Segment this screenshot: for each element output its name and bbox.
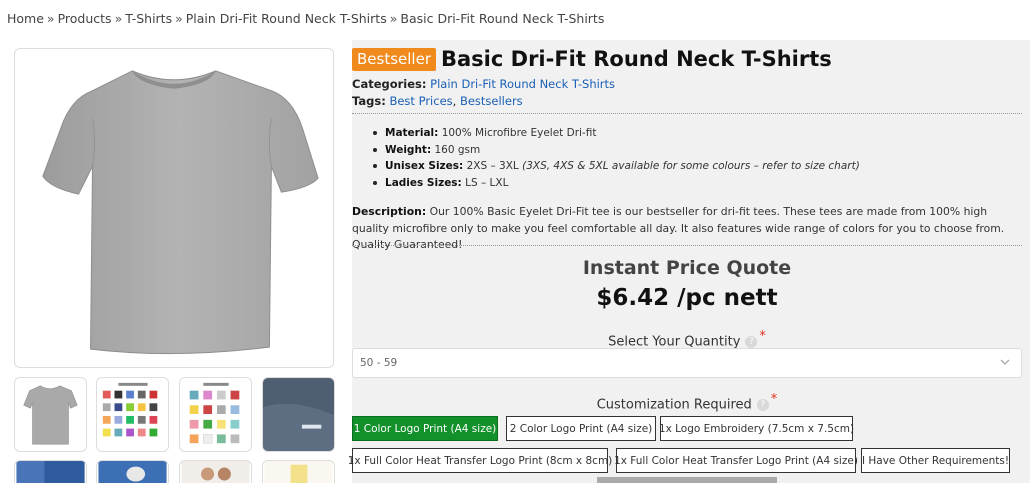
bestseller-badge: Bestseller (352, 47, 436, 71)
spec-label: Unisex Sizes: (385, 160, 464, 172)
thumbnail-photo-6[interactable] (96, 460, 169, 483)
spec-value: 160 gsm (434, 143, 481, 156)
photo-icon (181, 461, 250, 483)
required-mark: * (759, 329, 766, 344)
main-product-image[interactable] (14, 48, 334, 368)
product-details-panel: Bestseller Basic Dri-Fit Round Neck T-Sh… (348, 40, 1030, 483)
thumbnail-photo-5[interactable] (14, 460, 87, 483)
photo-icon (264, 461, 333, 483)
breadcrumb-category-link[interactable]: Plain Dri-Fit Round Neck T-Shirts (186, 11, 387, 26)
thumbnail-fabric-closeup[interactable] (262, 377, 335, 452)
breadcrumb-home-link[interactable]: Home (7, 11, 44, 26)
categories-label: Categories: (352, 77, 427, 91)
divider (352, 245, 1022, 246)
spec-item-weight: Weight: 160 gsm (373, 142, 860, 159)
spec-label: Weight: (385, 143, 432, 156)
thumbnail-grey-shirt[interactable] (14, 377, 87, 452)
spec-value: LS – LXL (465, 176, 509, 189)
tshirt-image (42, 70, 319, 355)
spec-value: 2XS – 3XL (466, 160, 519, 172)
tshirt-icon (23, 385, 78, 445)
breadcrumb-separator: » (46, 11, 55, 26)
chevron-down-icon (1000, 359, 1010, 365)
photo-icon (98, 461, 167, 483)
category-link[interactable]: Plain Dri-Fit Round Neck T-Shirts (430, 77, 615, 91)
product-description: Description: Our 100% Basic Eyelet Dri-F… (352, 204, 1022, 254)
tags-label: Tags: (352, 94, 386, 108)
photo-icon (16, 461, 85, 483)
breadcrumb: Home» Products» T-Shirts» Plain Dri-Fit Rou… (7, 11, 604, 26)
spec-item-unisex-sizes: Unisex Sizes: 2XS – 3XL (3XS, 4XS & 5XL … (373, 158, 860, 175)
thumbnail-ladies-color-chart[interactable] (179, 377, 252, 452)
spec-item-ladies-sizes: Ladies Sizes: LS – LXL (373, 175, 860, 192)
divider (352, 113, 1022, 114)
breadcrumb-separator: » (114, 11, 123, 26)
description-label: Description: (352, 205, 427, 218)
breadcrumb-tshirts-link[interactable]: T-Shirts (125, 11, 172, 26)
customization-label: Customization Required? * (352, 392, 1022, 412)
next-section-preview (597, 477, 777, 483)
breadcrumb-separator: » (175, 11, 183, 26)
spec-label: Material: (385, 127, 439, 139)
price-value: $6.42 /pc nett (596, 285, 778, 311)
tags-line: Tags: Best Prices, Bestsellers (352, 94, 523, 108)
option-other-requirements[interactable]: I Have Other Requirements! (861, 448, 1010, 473)
help-icon[interactable]: ? (756, 398, 769, 411)
quantity-select[interactable]: 50 - 59 (352, 348, 1022, 378)
spec-label: Ladies Sizes: (385, 176, 462, 189)
price-quote-title: Instant Price Quote (582, 257, 792, 279)
color-chart-icon (189, 382, 240, 444)
option-heat-transfer-8cm[interactable]: 1x Full Color Heat Transfer Logo Print (… (348, 448, 612, 473)
color-chart-icon (102, 382, 158, 437)
customization-label-text: Customization Required (596, 397, 752, 413)
option-heat-transfer-a4[interactable]: 1x Full Color Heat Transfer Logo Print (… (614, 448, 858, 473)
product-title-row: Bestseller Basic Dri-Fit Round Neck T-Sh… (352, 47, 832, 71)
breadcrumb-products-link[interactable]: Products (58, 11, 112, 26)
thumbnail-photo-7[interactable] (179, 460, 252, 483)
required-mark: * (770, 392, 778, 407)
tag-link-best-prices[interactable]: Best Prices (389, 94, 452, 108)
quantity-label: Select Your Quantity? * (352, 329, 1022, 349)
spec-list: Material: 100% Microfibre Eyelet Dri-fit… (373, 125, 860, 192)
quantity-selected-value: 50 - 59 (360, 357, 398, 369)
tag-link-bestsellers[interactable]: Bestsellers (460, 94, 523, 108)
spec-item-material: Material: 100% Microfibre Eyelet Dri-fit (373, 125, 860, 142)
categories-line: Categories: Plain Dri-Fit Round Neck T-S… (352, 77, 615, 91)
spec-note: (3XS, 4XS & 5XL available for some colou… (522, 160, 860, 172)
spec-value: 100% Microfibre Eyelet Dri-fit (441, 127, 597, 139)
help-icon[interactable]: ? (745, 335, 758, 348)
option-2-color-logo-print[interactable]: 2 Color Logo Print (A4 size) (506, 416, 656, 441)
option-1-color-logo-print[interactable]: 1 Color Logo Print (A4 size) (352, 416, 498, 441)
breadcrumb-separator: » (389, 11, 398, 26)
product-title: Basic Dri-Fit Round Neck T-Shirts (441, 47, 832, 71)
breadcrumb-current: Basic Dri-Fit Round Neck T-Shirts (400, 11, 605, 26)
thumbnail-photo-8[interactable] (262, 460, 335, 483)
option-logo-embroidery[interactable]: 1x Logo Embroidery (7.5cm x 7.5cm) (659, 416, 854, 441)
fabric-image-icon (263, 378, 334, 451)
tag-separator: , (452, 94, 457, 108)
thumbnail-unisex-color-chart[interactable] (96, 377, 169, 452)
